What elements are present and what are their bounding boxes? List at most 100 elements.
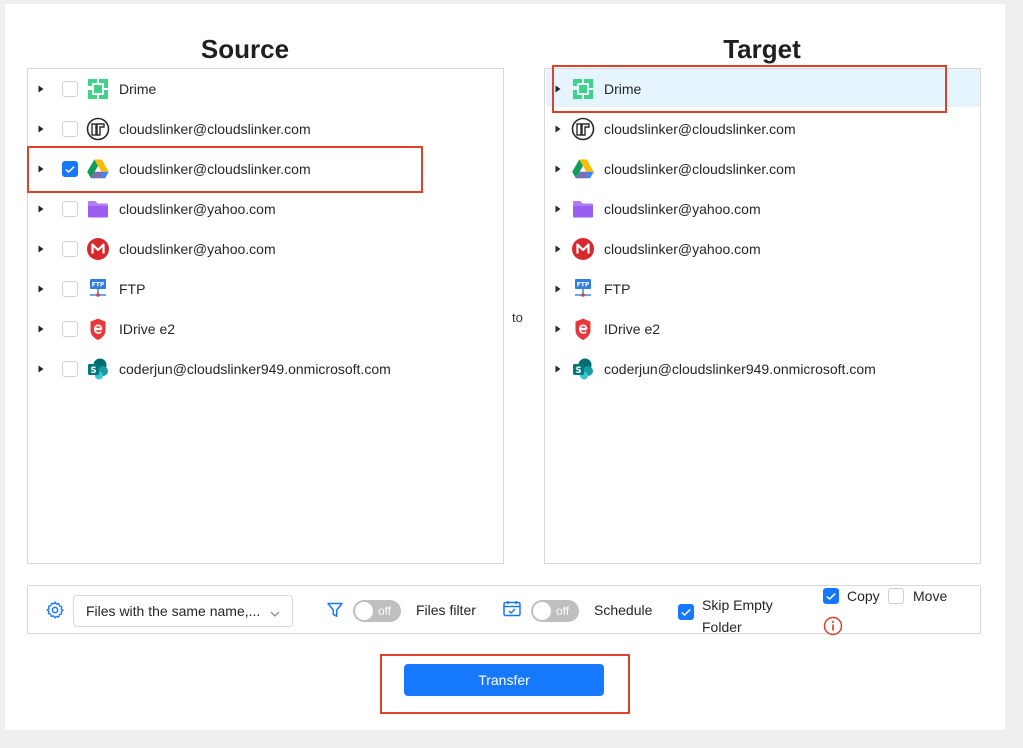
tree-row[interactable]: Drime (545, 69, 641, 109)
expand-caret-icon[interactable] (36, 364, 46, 374)
row-checkbox[interactable] (62, 241, 78, 257)
expand-caret-icon[interactable] (36, 84, 46, 94)
target-title: Target (723, 34, 801, 64)
idrive-e2-icon (571, 317, 595, 341)
mega-icon (571, 237, 595, 261)
expand-caret-icon[interactable] (553, 164, 563, 174)
copy-label: Copy (847, 588, 880, 604)
options-bar: Files with the same name,... off Files f… (27, 585, 981, 636)
google-drive-icon (86, 157, 110, 181)
row-checkbox[interactable] (62, 281, 78, 297)
tree-row[interactable]: cloudslinker@cloudslinker.com (545, 109, 796, 149)
row-checkbox[interactable] (62, 361, 78, 377)
files-filter-toggle[interactable]: off (353, 600, 401, 622)
schedule-calendar-icon (502, 599, 522, 624)
files-filter-label: Files filter (416, 602, 476, 618)
skip-empty-folder-label: Skip Empty Folder (702, 594, 773, 638)
tree-row[interactable]: cloudslinker@yahoo.com (28, 189, 276, 229)
row-label: coderjun@cloudslinker949.onmicrosoft.com (119, 361, 391, 377)
row-label: cloudslinker@yahoo.com (119, 201, 276, 217)
row-checkbox[interactable] (62, 81, 78, 97)
tree-row[interactable]: cloudslinker@yahoo.com (28, 229, 276, 269)
svg-text:FTP: FTP (92, 282, 105, 289)
schedule-toggle[interactable]: off (531, 600, 579, 622)
svg-text:S: S (575, 366, 581, 376)
tree-row[interactable]: Scoderjun@cloudslinker949.onmicrosoft.co… (28, 349, 391, 389)
tree-row[interactable]: IDrive e2 (28, 309, 175, 349)
tree-row[interactable]: cloudslinker@cloudslinker.com (545, 149, 796, 189)
move-checkbox[interactable] (888, 588, 904, 604)
target-tree-panel: Drime cloudslinker@cloudslinker.com clouds… (544, 68, 981, 564)
expand-caret-icon[interactable] (553, 364, 563, 374)
copy-checkbox[interactable] (823, 588, 839, 604)
tree-row[interactable]: FTP FTP (28, 269, 145, 309)
drime-icon (571, 77, 595, 101)
row-checkbox[interactable] (62, 121, 78, 137)
row-checkbox[interactable] (62, 201, 78, 217)
drime-icon (86, 77, 110, 101)
svg-text:S: S (90, 366, 96, 376)
tree-row[interactable]: cloudslinker@yahoo.com (545, 229, 761, 269)
idrive-e2-icon (86, 317, 110, 341)
conflict-policy-value: Files with the same name,... (86, 603, 261, 619)
settings-gear-icon[interactable] (45, 600, 65, 620)
row-label: cloudslinker@yahoo.com (119, 241, 276, 257)
row-label: Drime (604, 81, 642, 97)
schedule-state: off (556, 604, 570, 618)
tree-row[interactable]: FTP FTP (545, 269, 630, 309)
row-checkbox[interactable] (62, 321, 78, 337)
sharepoint-icon: S (571, 357, 595, 381)
expand-caret-icon[interactable] (36, 324, 46, 334)
transfer-button[interactable]: Transfer (404, 664, 604, 696)
google-drive-icon (571, 157, 595, 181)
ftp-icon: FTP (86, 277, 110, 301)
toggle-knob (355, 602, 373, 620)
fichier-icon (86, 117, 110, 141)
mega-icon (86, 237, 110, 261)
expand-caret-icon[interactable] (36, 164, 46, 174)
conflict-policy-select[interactable]: Files with the same name,... (73, 595, 293, 627)
tree-row[interactable]: IDrive e2 (545, 309, 660, 349)
expand-caret-icon[interactable] (553, 84, 563, 94)
row-label: cloudslinker@yahoo.com (604, 201, 761, 217)
chevron-down-icon (270, 605, 280, 621)
schedule-label: Schedule (594, 602, 653, 618)
expand-caret-icon[interactable] (36, 284, 46, 294)
row-checkbox[interactable] (62, 161, 78, 177)
tree-row[interactable]: cloudslinker@cloudslinker.com (28, 149, 311, 189)
skip-empty-line1: Skip Empty (702, 597, 773, 613)
tree-row[interactable]: Scoderjun@cloudslinker949.onmicrosoft.co… (545, 349, 876, 389)
row-label: FTP (604, 281, 631, 297)
tree-row[interactable]: cloudslinker@yahoo.com (545, 189, 761, 229)
source-tree-panel: Drime cloudslinker@cloudslinker.com clouds… (27, 68, 504, 564)
filter-icon (326, 601, 344, 624)
expand-caret-icon[interactable] (553, 244, 563, 254)
skip-empty-line2: Folder (702, 619, 742, 635)
expand-caret-icon[interactable] (553, 204, 563, 214)
row-label: IDrive e2 (604, 321, 661, 337)
row-label: cloudslinker@cloudslinker.com (119, 121, 311, 137)
expand-caret-icon[interactable] (553, 124, 563, 134)
row-label: FTP (119, 281, 146, 297)
svg-text:FTP: FTP (577, 282, 590, 289)
row-label: IDrive e2 (119, 321, 176, 337)
info-icon[interactable] (823, 616, 843, 641)
fichier-icon (571, 117, 595, 141)
expand-caret-icon[interactable] (553, 324, 563, 334)
yahoo-folder-icon (86, 197, 110, 221)
tree-row[interactable]: cloudslinker@cloudslinker.com (28, 109, 311, 149)
expand-caret-icon[interactable] (36, 124, 46, 134)
expand-caret-icon[interactable] (36, 244, 46, 254)
skip-empty-folder-checkbox[interactable] (678, 604, 694, 620)
source-title: Source (200, 34, 290, 64)
row-label: cloudslinker@cloudslinker.com (604, 121, 796, 137)
ftp-icon: FTP (571, 277, 595, 301)
expand-caret-icon[interactable] (553, 284, 563, 294)
files-filter-state: off (378, 604, 392, 618)
sharepoint-icon: S (86, 357, 110, 381)
expand-caret-icon[interactable] (36, 204, 46, 214)
row-label: cloudslinker@cloudslinker.com (604, 161, 796, 177)
move-label: Move (913, 588, 948, 604)
row-label: Drime (119, 81, 157, 97)
tree-row[interactable]: Drime (28, 69, 156, 109)
